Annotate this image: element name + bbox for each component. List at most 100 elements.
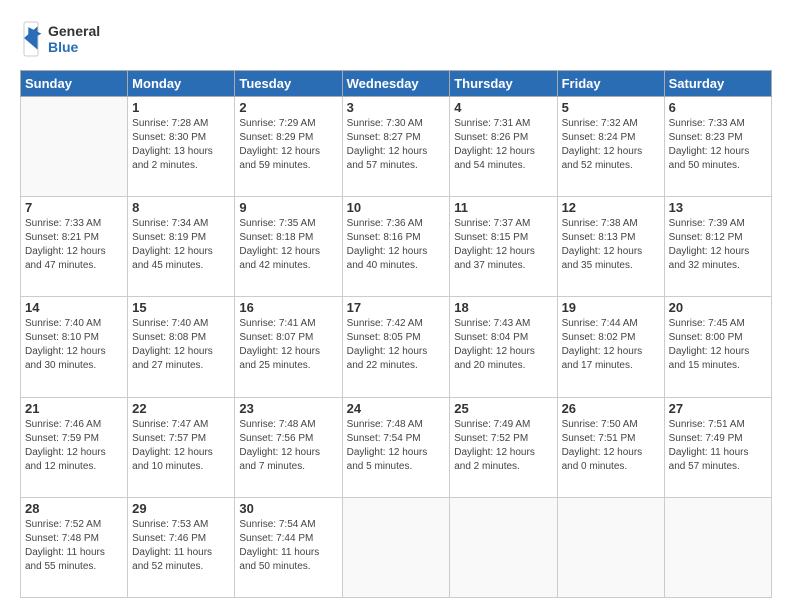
day-number: 29 <box>132 501 230 516</box>
calendar-day-cell: 1 Sunrise: 7:28 AM Sunset: 8:30 PM Daylig… <box>128 97 235 197</box>
day-info: Sunrise: 7:40 AM Sunset: 8:08 PM Dayligh… <box>132 317 230 373</box>
day-number: 22 <box>132 401 230 416</box>
calendar-day-cell: 2Sunrise: 7:29 AM Sunset: 8:29 PM Daylig… <box>235 97 342 197</box>
day-number: 25 <box>454 401 552 416</box>
calendar-day-header: Thursday <box>450 71 557 97</box>
calendar-day-cell: 9 Sunrise: 7:35 AM Sunset: 8:18 PM Daylig… <box>235 197 342 297</box>
day-info: Sunrise: 7:40 AM Sunset: 8:10 PM Dayligh… <box>25 317 123 373</box>
calendar-day-cell: 16 Sunrise: 7:41 AM Sunset: 8:07 PM Dayli… <box>235 297 342 397</box>
calendar-day-cell: 5Sunrise: 7:32 AM Sunset: 8:24 PM Daylig… <box>557 97 664 197</box>
day-number: 12 <box>562 200 660 215</box>
day-number: 13 <box>669 200 767 215</box>
calendar-day-cell: 4 Sunrise: 7:31 AM Sunset: 8:26 PM Daylig… <box>450 97 557 197</box>
calendar-day-header: Sunday <box>21 71 128 97</box>
calendar-day-cell: 12Sunrise: 7:38 AM Sunset: 8:13 PM Dayli… <box>557 197 664 297</box>
page-header: General Blue ► <box>20 18 772 60</box>
day-info: Sunrise: 7:42 AM Sunset: 8:05 PM Dayligh… <box>347 317 446 373</box>
day-info: Sunrise: 7:31 AM Sunset: 8:26 PM Dayligh… <box>454 117 552 173</box>
day-number: 4 <box>454 100 552 115</box>
calendar-day-cell: 22 Sunrise: 7:47 AM Sunset: 7:57 PM Dayli… <box>128 397 235 497</box>
day-number: 5 <box>562 100 660 115</box>
calendar-day-header: Monday <box>128 71 235 97</box>
day-number: 21 <box>25 401 123 416</box>
calendar-day-cell: 6 Sunrise: 7:33 AM Sunset: 8:23 PM Daylig… <box>664 97 771 197</box>
calendar-day-cell: 27Sunrise: 7:51 AM Sunset: 7:49 PM Dayli… <box>664 397 771 497</box>
calendar-day-header: Saturday <box>664 71 771 97</box>
day-info: Sunrise: 7:39 AM Sunset: 8:12 PM Dayligh… <box>669 217 767 273</box>
logo-svg: General Blue ► <box>20 18 110 60</box>
day-info: Sunrise: 7:34 AM Sunset: 8:19 PM Dayligh… <box>132 217 230 273</box>
day-info: Sunrise: 7:37 AM Sunset: 8:15 PM Dayligh… <box>454 217 552 273</box>
day-info: Sunrise: 7:28 AM Sunset: 8:30 PM Dayligh… <box>132 117 230 173</box>
calendar-week-row: 7 Sunrise: 7:33 AM Sunset: 8:21 PM Daylig… <box>21 197 772 297</box>
calendar-day-cell: 8 Sunrise: 7:34 AM Sunset: 8:19 PM Daylig… <box>128 197 235 297</box>
day-number: 20 <box>669 300 767 315</box>
calendar-day-cell: 10 Sunrise: 7:36 AM Sunset: 8:16 PM Dayli… <box>342 197 450 297</box>
day-number: 11 <box>454 200 552 215</box>
day-number: 1 <box>132 100 230 115</box>
day-info: Sunrise: 7:50 AM Sunset: 7:51 PM Dayligh… <box>562 418 660 474</box>
calendar-day-header: Friday <box>557 71 664 97</box>
calendar-day-cell: 3 Sunrise: 7:30 AM Sunset: 8:27 PM Daylig… <box>342 97 450 197</box>
calendar-table: SundayMondayTuesdayWednesdayThursdayFrid… <box>20 70 772 598</box>
day-info: Sunrise: 7:33 AM Sunset: 8:21 PM Dayligh… <box>25 217 123 273</box>
day-info: Sunrise: 7:33 AM Sunset: 8:23 PM Dayligh… <box>669 117 767 173</box>
calendar-day-cell: 25 Sunrise: 7:49 AM Sunset: 7:52 PM Dayli… <box>450 397 557 497</box>
day-info: Sunrise: 7:46 AM Sunset: 7:59 PM Dayligh… <box>25 418 123 474</box>
day-info: Sunrise: 7:54 AM Sunset: 7:44 PM Dayligh… <box>239 518 337 574</box>
day-number: 9 <box>239 200 337 215</box>
calendar-day-cell: 24Sunrise: 7:48 AM Sunset: 7:54 PM Dayli… <box>342 397 450 497</box>
day-info: Sunrise: 7:45 AM Sunset: 8:00 PM Dayligh… <box>669 317 767 373</box>
calendar-header-row: SundayMondayTuesdayWednesdayThursdayFrid… <box>21 71 772 97</box>
day-number: 15 <box>132 300 230 315</box>
calendar-day-cell <box>21 97 128 197</box>
svg-text:General: General <box>48 23 100 39</box>
svg-text:►: ► <box>24 20 46 45</box>
day-number: 19 <box>562 300 660 315</box>
day-number: 3 <box>347 100 446 115</box>
calendar-day-cell: 20 Sunrise: 7:45 AM Sunset: 8:00 PM Dayli… <box>664 297 771 397</box>
calendar-day-cell <box>450 497 557 597</box>
day-info: Sunrise: 7:47 AM Sunset: 7:57 PM Dayligh… <box>132 418 230 474</box>
day-number: 10 <box>347 200 446 215</box>
day-info: Sunrise: 7:43 AM Sunset: 8:04 PM Dayligh… <box>454 317 552 373</box>
day-info: Sunrise: 7:53 AM Sunset: 7:46 PM Dayligh… <box>132 518 230 574</box>
calendar-day-cell: 26Sunrise: 7:50 AM Sunset: 7:51 PM Dayli… <box>557 397 664 497</box>
day-number: 18 <box>454 300 552 315</box>
calendar-day-cell: 15 Sunrise: 7:40 AM Sunset: 8:08 PM Dayli… <box>128 297 235 397</box>
calendar-week-row: 28 Sunrise: 7:52 AM Sunset: 7:48 PM Dayli… <box>21 497 772 597</box>
day-number: 16 <box>239 300 337 315</box>
calendar-day-cell <box>557 497 664 597</box>
calendar-day-cell: 7 Sunrise: 7:33 AM Sunset: 8:21 PM Daylig… <box>21 197 128 297</box>
day-number: 6 <box>669 100 767 115</box>
day-info: Sunrise: 7:49 AM Sunset: 7:52 PM Dayligh… <box>454 418 552 474</box>
calendar-day-header: Wednesday <box>342 71 450 97</box>
day-number: 2 <box>239 100 337 115</box>
calendar-day-cell: 13 Sunrise: 7:39 AM Sunset: 8:12 PM Dayli… <box>664 197 771 297</box>
day-number: 7 <box>25 200 123 215</box>
calendar-day-cell: 11 Sunrise: 7:37 AM Sunset: 8:15 PM Dayli… <box>450 197 557 297</box>
calendar-day-header: Tuesday <box>235 71 342 97</box>
day-info: Sunrise: 7:30 AM Sunset: 8:27 PM Dayligh… <box>347 117 446 173</box>
calendar-day-cell: 21 Sunrise: 7:46 AM Sunset: 7:59 PM Dayli… <box>21 397 128 497</box>
calendar-week-row: 14Sunrise: 7:40 AM Sunset: 8:10 PM Dayli… <box>21 297 772 397</box>
day-number: 28 <box>25 501 123 516</box>
day-info: Sunrise: 7:35 AM Sunset: 8:18 PM Dayligh… <box>239 217 337 273</box>
day-info: Sunrise: 7:36 AM Sunset: 8:16 PM Dayligh… <box>347 217 446 273</box>
calendar-day-cell: 18 Sunrise: 7:43 AM Sunset: 8:04 PM Dayli… <box>450 297 557 397</box>
calendar-day-cell: 14Sunrise: 7:40 AM Sunset: 8:10 PM Dayli… <box>21 297 128 397</box>
day-info: Sunrise: 7:48 AM Sunset: 7:56 PM Dayligh… <box>239 418 337 474</box>
day-number: 30 <box>239 501 337 516</box>
day-number: 8 <box>132 200 230 215</box>
calendar-day-cell: 17Sunrise: 7:42 AM Sunset: 8:05 PM Dayli… <box>342 297 450 397</box>
calendar-day-cell: 28 Sunrise: 7:52 AM Sunset: 7:48 PM Dayli… <box>21 497 128 597</box>
calendar-day-cell: 30 Sunrise: 7:54 AM Sunset: 7:44 PM Dayli… <box>235 497 342 597</box>
day-info: Sunrise: 7:52 AM Sunset: 7:48 PM Dayligh… <box>25 518 123 574</box>
day-number: 24 <box>347 401 446 416</box>
calendar-day-cell <box>342 497 450 597</box>
day-info: Sunrise: 7:41 AM Sunset: 8:07 PM Dayligh… <box>239 317 337 373</box>
logo: General Blue ► <box>20 18 110 60</box>
calendar-day-cell <box>664 497 771 597</box>
calendar-day-cell: 19Sunrise: 7:44 AM Sunset: 8:02 PM Dayli… <box>557 297 664 397</box>
day-info: Sunrise: 7:51 AM Sunset: 7:49 PM Dayligh… <box>669 418 767 474</box>
